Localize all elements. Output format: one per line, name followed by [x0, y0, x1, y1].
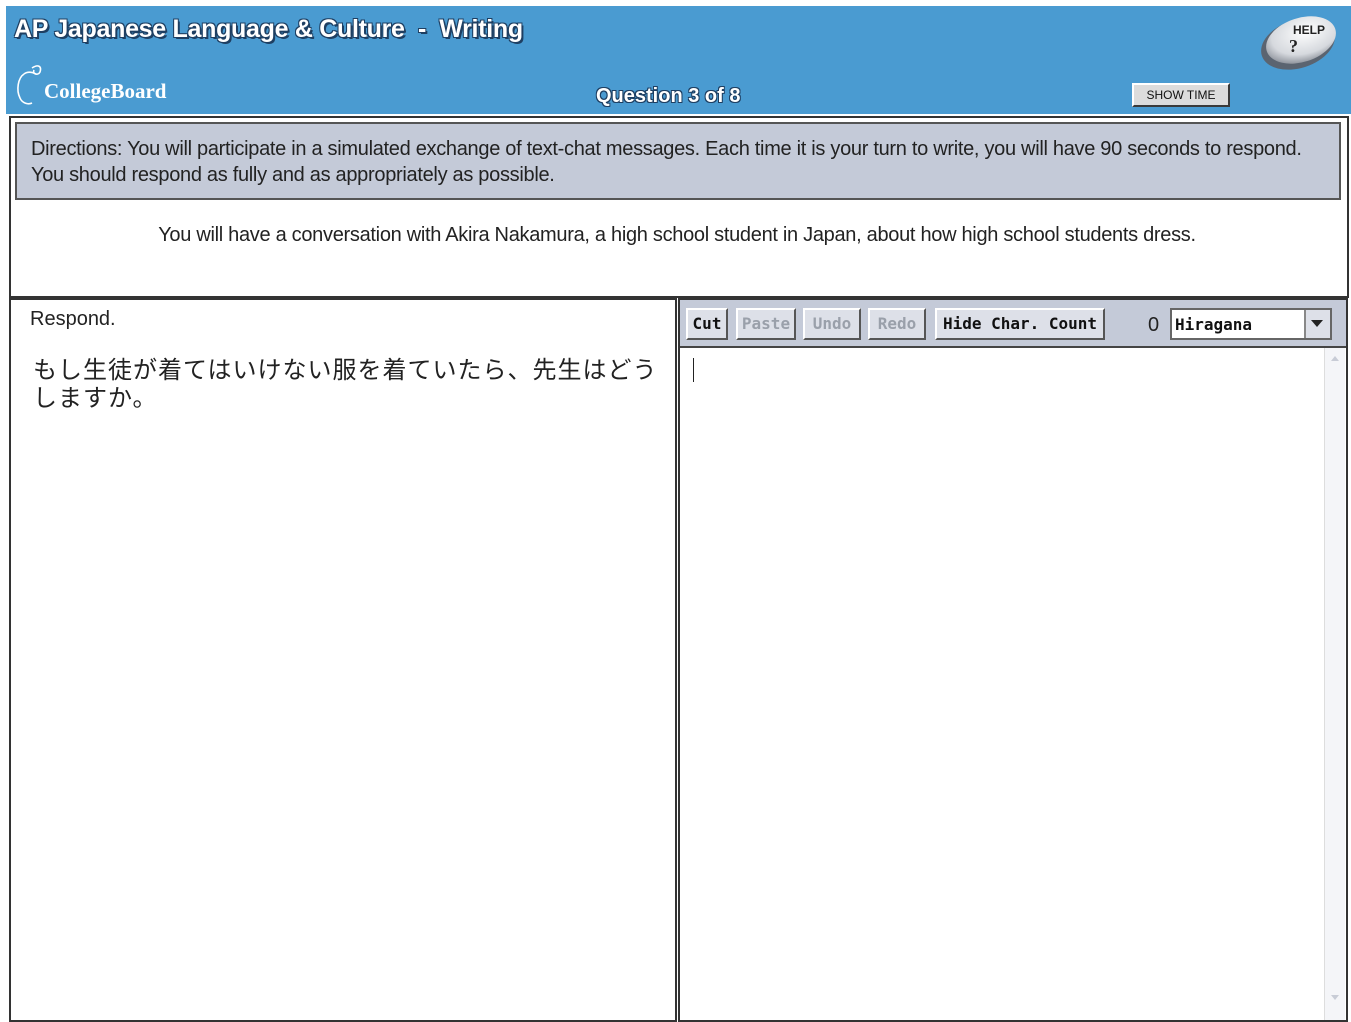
input-mode-select[interactable]: Hiragana [1170, 308, 1332, 340]
logo-text: CollegeBoard [44, 79, 167, 103]
paste-button[interactable]: Paste [736, 308, 796, 340]
input-mode-value: Hiragana [1175, 315, 1253, 334]
redo-button[interactable]: Redo [868, 308, 926, 340]
collegeboard-logo: CollegeBoard [14, 58, 214, 108]
apple-logo-icon [17, 65, 42, 105]
header-bar: AP Japanese Language & Culture - Writing… [6, 6, 1351, 114]
scroll-up-icon [1331, 356, 1339, 361]
directions-box: Directions: You will participate in a si… [15, 122, 1341, 200]
question-panel: Respond. もし生徒が着てはいけない服を着ていたら、先生はどうしますか。 [9, 298, 677, 1022]
dropdown-arrow-icon [1311, 320, 1323, 327]
vertical-scrollbar[interactable] [1324, 348, 1345, 1020]
input-mode-dropdown-button[interactable] [1304, 310, 1330, 338]
text-cursor [693, 358, 694, 382]
cut-button[interactable]: Cut [686, 308, 728, 340]
conversation-prompt: You will have a conversation with Akira … [158, 224, 1196, 246]
app-title: AP Japanese Language & Culture - Writing [14, 15, 523, 43]
answer-panel: Cut Paste Undo Redo Hide Char. Count 0 H… [678, 298, 1348, 1022]
question-counter: Question 3 of 8 [596, 85, 741, 107]
scroll-down-icon [1331, 995, 1339, 1000]
undo-button[interactable]: Undo [803, 308, 861, 340]
question-text: もし生徒が着てはいけない服を着ていたら、先生はどうしますか。 [33, 356, 658, 412]
scroll-up-button[interactable] [1326, 350, 1344, 368]
help-label: HELP [1293, 23, 1326, 37]
show-time-button[interactable]: SHOW TIME [1132, 83, 1230, 107]
help-question-mark: ? [1289, 36, 1298, 56]
char-count: 0 [1148, 314, 1160, 336]
respond-label: Respond. [30, 308, 116, 330]
response-text-area[interactable] [680, 348, 1324, 1020]
directions-text: Directions: You will participate in a si… [31, 138, 1302, 186]
editor-toolbar: Cut Paste Undo Redo Hide Char. Count 0 H… [680, 300, 1346, 348]
hide-char-count-button[interactable]: Hide Char. Count [935, 308, 1105, 340]
scroll-down-button[interactable] [1326, 988, 1344, 1006]
directions-panel: Directions: You will participate in a si… [9, 116, 1349, 298]
